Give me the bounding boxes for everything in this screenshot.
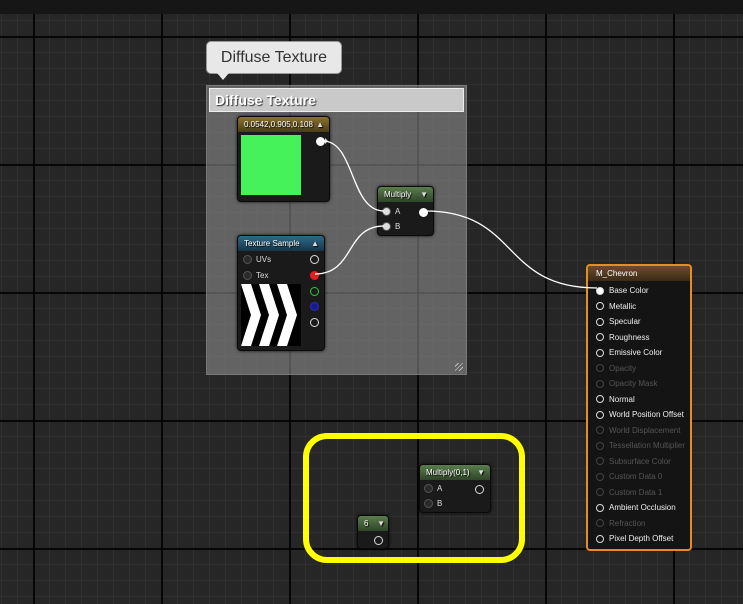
wire-multiply-to-base-color	[424, 210, 598, 289]
wire-constant-to-multiply-a	[322, 140, 385, 212]
wires	[314, 140, 598, 289]
wire-texture-to-multiply-b	[314, 225, 385, 275]
